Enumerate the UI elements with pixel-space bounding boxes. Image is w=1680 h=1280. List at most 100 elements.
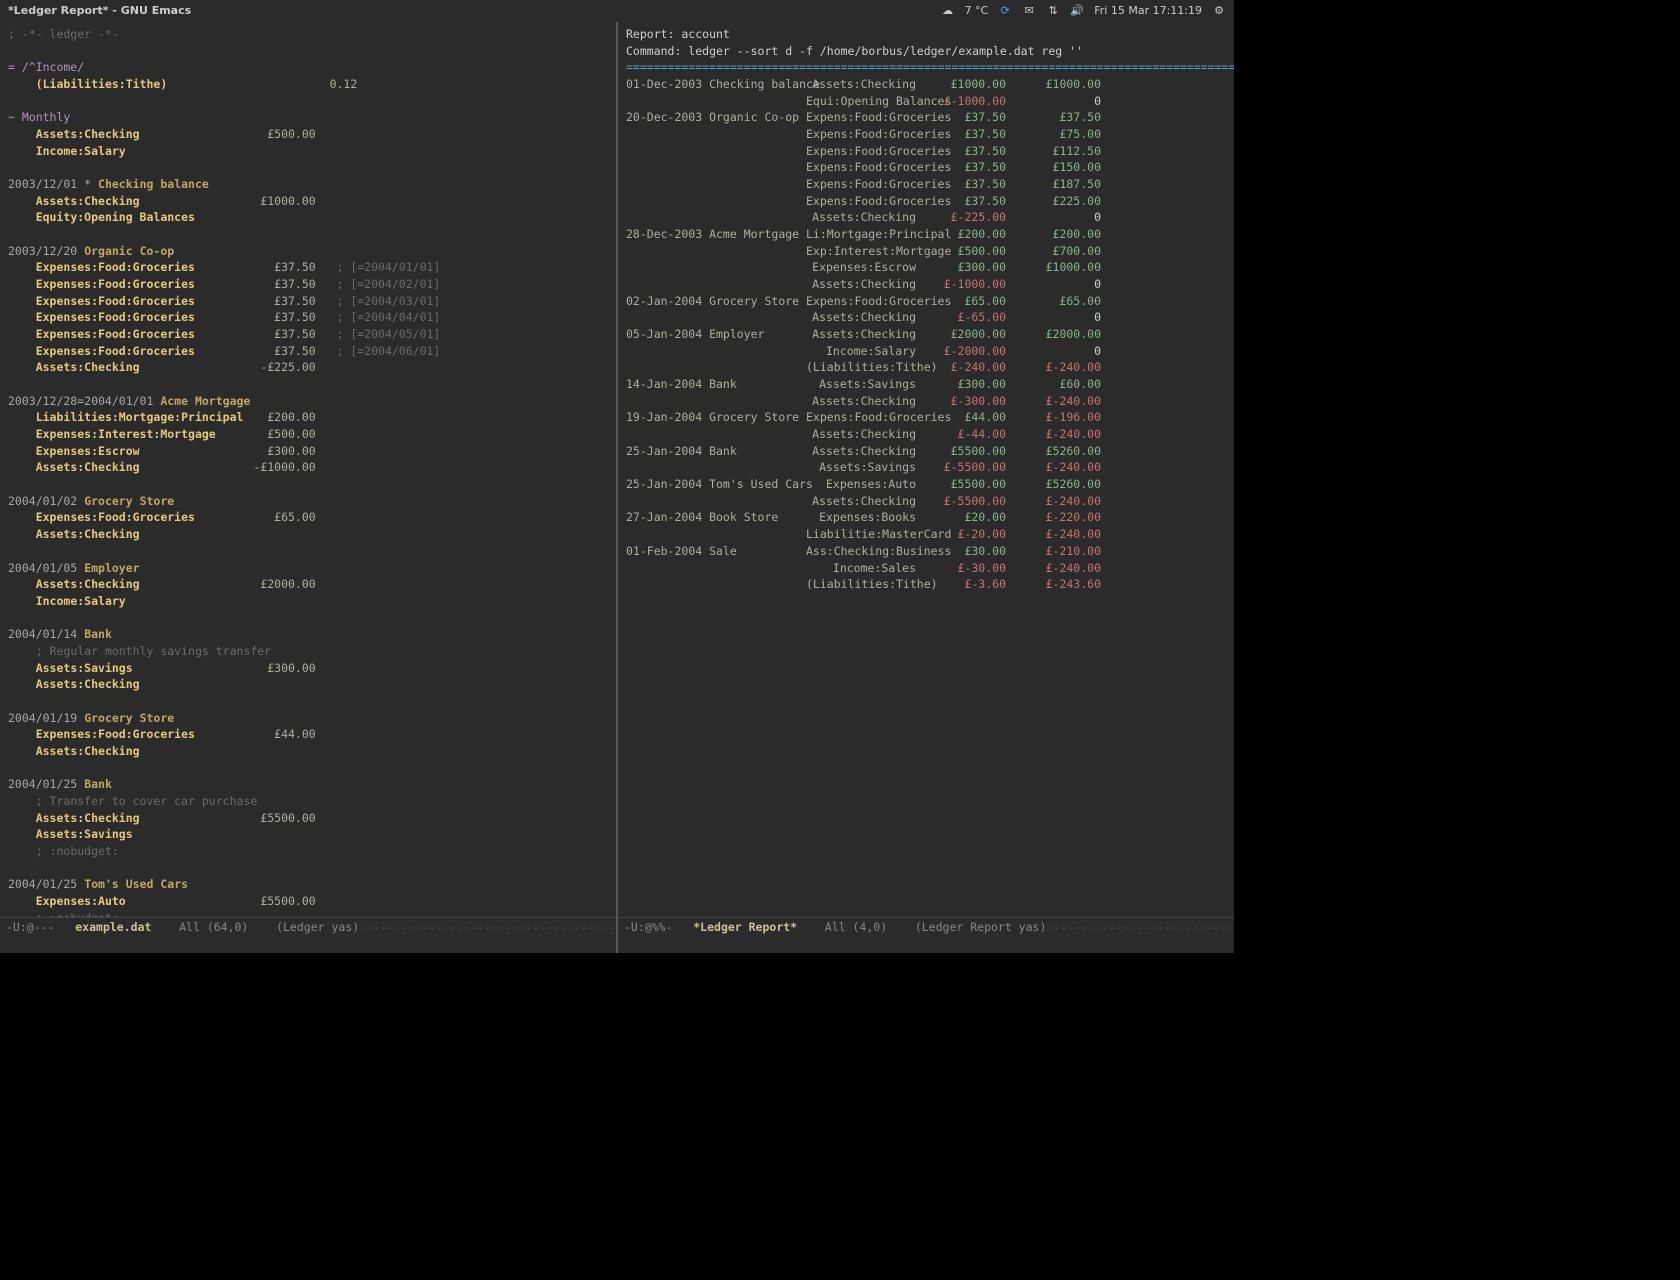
emacs-frame: ; -*- ledger -*- = /^Income/ (Liabilitie… bbox=[0, 22, 1234, 953]
report-account: Assets:Checking bbox=[806, 209, 916, 226]
xact-date: 2004/01/02 bbox=[8, 494, 77, 508]
xact-payee: Grocery Store bbox=[84, 711, 174, 725]
posting-account: Expenses:Interest:Mortgage bbox=[36, 426, 236, 443]
posting-account: Assets:Savings bbox=[36, 660, 236, 677]
posting-account: Assets:Checking bbox=[36, 526, 236, 543]
automated-xact-header: = /^Income/ bbox=[8, 60, 84, 74]
report-date-payee: 28-Dec-2003 Acme Mortgage bbox=[626, 226, 806, 243]
gear-icon[interactable]: ⚙ bbox=[1212, 4, 1226, 18]
report-amount: £-225.00 bbox=[916, 209, 1006, 226]
xact-comment: ; Regular monthly savings transfer bbox=[36, 644, 271, 658]
report-balance: £150.00 bbox=[1006, 159, 1101, 176]
report-amount: £-2000.00 bbox=[916, 343, 1006, 360]
modeline-pos: All (4,0) bbox=[825, 920, 887, 934]
report-account: Income:Salary bbox=[806, 343, 916, 360]
report-balance: £-240.00 bbox=[1006, 493, 1101, 510]
report-balance: £187.50 bbox=[1006, 176, 1101, 193]
posting-account: Assets:Checking bbox=[36, 576, 236, 593]
minibuffer-right bbox=[618, 935, 1234, 953]
report-account: Assets:Checking bbox=[806, 276, 916, 293]
report-balance: 0 bbox=[1006, 309, 1101, 326]
posting-account: Expenses:Food:Groceries bbox=[36, 726, 236, 743]
report-account: Expens:Food:Groceries bbox=[806, 126, 916, 143]
posting-account: Assets:Checking bbox=[36, 676, 236, 693]
ledger-report-buffer[interactable]: Report: account Command: ledger --sort d… bbox=[618, 22, 1234, 917]
posting-account: Assets:Checking bbox=[36, 126, 236, 143]
report-balance: £-220.00 bbox=[1006, 509, 1101, 526]
report-account: Expenses:Escrow bbox=[806, 259, 916, 276]
report-amount: £200.00 bbox=[916, 226, 1006, 243]
report-date-payee: 19-Jan-2004 Grocery Store bbox=[626, 409, 806, 426]
posting-amount: £65.00 bbox=[236, 509, 316, 526]
report-balance: £75.00 bbox=[1006, 126, 1101, 143]
xact-payee: Organic Co-op bbox=[84, 244, 174, 258]
minibuffer[interactable] bbox=[0, 935, 616, 953]
weather-icon[interactable]: ☁ bbox=[941, 4, 955, 18]
refresh-icon[interactable]: ⟳ bbox=[998, 4, 1012, 18]
report-balance: 0 bbox=[1006, 93, 1101, 110]
report-balance: £-196.00 bbox=[1006, 409, 1101, 426]
report-command: Command: ledger --sort d -f /home/borbus… bbox=[626, 44, 1083, 58]
report-amount: £37.50 bbox=[916, 193, 1006, 210]
periodic-xact-header: ~ Monthly bbox=[8, 110, 70, 124]
report-amount: £5500.00 bbox=[916, 476, 1006, 493]
report-amount: £65.00 bbox=[916, 293, 1006, 310]
posting-amount: £300.00 bbox=[236, 443, 316, 460]
posting-amount: £37.50 bbox=[236, 343, 316, 360]
report-amount: £5500.00 bbox=[916, 443, 1006, 460]
posting-amount: £500.00 bbox=[236, 426, 316, 443]
effective-date-comment: ; [=2004/02/01] bbox=[336, 277, 440, 291]
report-account: Assets:Checking bbox=[806, 393, 916, 410]
posting-account: Expenses:Food:Groceries bbox=[36, 326, 236, 343]
report-divider: ========================================… bbox=[626, 60, 1234, 74]
report-amount: £37.50 bbox=[916, 159, 1006, 176]
report-date-payee: 01-Dec-2003 Checking balance bbox=[626, 76, 806, 93]
posting-account: Assets:Checking bbox=[36, 743, 236, 760]
report-balance: £1000.00 bbox=[1006, 259, 1101, 276]
posting-amount: £200.00 bbox=[236, 409, 316, 426]
xact-payee: Bank bbox=[84, 627, 112, 641]
report-account: Exp:Interest:Mortgage bbox=[806, 243, 916, 260]
mail-icon[interactable]: ✉ bbox=[1022, 4, 1036, 18]
report-amount: £1000.00 bbox=[916, 76, 1006, 93]
report-balance: £37.50 bbox=[1006, 109, 1101, 126]
effective-date-comment: ; [=2004/05/01] bbox=[336, 327, 440, 341]
posting-account: Assets:Checking bbox=[36, 810, 236, 827]
network-icon[interactable]: ⇅ bbox=[1046, 4, 1060, 18]
report-account: Expens:Food:Groceries bbox=[806, 143, 916, 160]
report-amount: £-5500.00 bbox=[916, 459, 1006, 476]
report-date-payee: 25-Jan-2004 Tom's Used Cars bbox=[626, 476, 806, 493]
report-date-payee: 27-Jan-2004 Book Store bbox=[626, 509, 806, 526]
report-balance: £-210.00 bbox=[1006, 543, 1101, 560]
report-balance: £1000.00 bbox=[1006, 76, 1101, 93]
posting-amount: -£1000.00 bbox=[236, 459, 316, 476]
modeline-mode: (Ledger Report yas) bbox=[915, 920, 1047, 934]
posting-amount: £37.50 bbox=[236, 259, 316, 276]
report-balance: £200.00 bbox=[1006, 226, 1101, 243]
report-account: Li:Mortgage:Principal bbox=[806, 226, 916, 243]
report-amount: £-65.00 bbox=[916, 309, 1006, 326]
report-balance: £-240.00 bbox=[1006, 359, 1101, 376]
posting-account: Expenses:Food:Groceries bbox=[36, 509, 236, 526]
modeline-pos: All (64,0) bbox=[179, 920, 248, 934]
report-account: Expens:Food:Groceries bbox=[806, 109, 916, 126]
report-balance: £5260.00 bbox=[1006, 476, 1101, 493]
posting-account: Assets:Checking bbox=[36, 459, 236, 476]
posting-account: Income:Salary bbox=[36, 143, 236, 160]
volume-icon[interactable]: 🔊 bbox=[1070, 4, 1084, 18]
report-account: Expens:Food:Groceries bbox=[806, 159, 916, 176]
clock: Fri 15 Mar 17:11:19 bbox=[1094, 3, 1202, 19]
report-amount: £-240.00 bbox=[916, 359, 1006, 376]
report-balance: 0 bbox=[1006, 343, 1101, 360]
report-amount: £37.50 bbox=[916, 143, 1006, 160]
xact-comment: ; Transfer to cover car purchase bbox=[36, 794, 258, 808]
xact-date: 2004/01/19 bbox=[8, 711, 77, 725]
ledger-source-buffer[interactable]: ; -*- ledger -*- = /^Income/ (Liabilitie… bbox=[0, 22, 616, 917]
system-tray: ☁ 7 °C ⟳ ✉ ⇅ 🔊 Fri 15 Mar 17:11:19 ⚙ bbox=[941, 3, 1226, 19]
report-date-payee: 05-Jan-2004 Employer bbox=[626, 326, 806, 343]
report-amount: £37.50 bbox=[916, 126, 1006, 143]
report-account: Expenses:Books bbox=[806, 509, 916, 526]
report-account: Assets:Checking bbox=[806, 493, 916, 510]
report-account: Assets:Checking bbox=[806, 76, 916, 93]
posting-amount: £37.50 bbox=[236, 309, 316, 326]
